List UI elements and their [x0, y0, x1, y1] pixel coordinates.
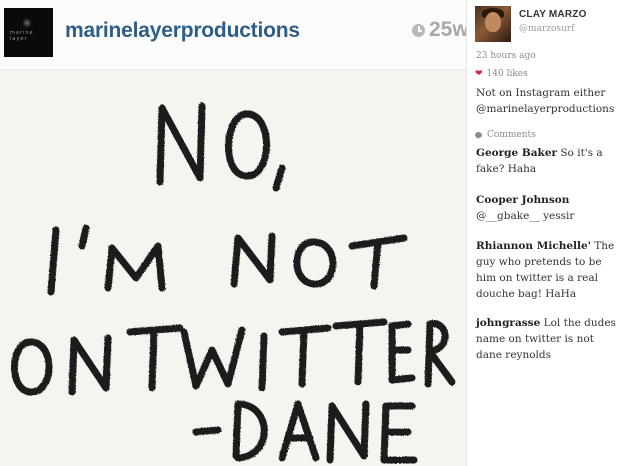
heart-icon: ❤: [475, 68, 483, 79]
avatar-face: [485, 12, 501, 32]
comment-item: George Baker So it's a fake? Haha: [476, 145, 618, 177]
comments-heading: Comments: [475, 130, 536, 140]
post-header: marine layer marinelayerproductions 25w: [0, 0, 466, 70]
comment-item: johngrasse Lol the dudes name on twitter…: [476, 315, 618, 363]
post-image[interactable]: [0, 70, 466, 466]
comment-item: Rhiannon Michelle' The guy who pretends …: [476, 238, 618, 302]
avatar-glow: [22, 18, 32, 28]
comments-heading-text: Comments: [487, 130, 536, 140]
sidebar-avatar[interactable]: [475, 6, 511, 42]
post-avatar[interactable]: marine layer: [4, 8, 53, 57]
comments-sidebar: CLAY MARZO @marzosurf 23 hours ago ❤ 140…: [466, 0, 620, 466]
sidebar-handle[interactable]: @marzosurf: [519, 24, 574, 34]
likes-text: 140 likes: [486, 69, 528, 79]
post-username-link[interactable]: marinelayerproductions: [65, 19, 300, 43]
likes-count[interactable]: ❤ 140 likes: [475, 69, 528, 79]
handwritten-note: [11, 102, 456, 464]
post-time-text: 25w: [429, 18, 466, 41]
clock-icon: [412, 24, 425, 37]
comment-text: @__gbake__ yessir: [476, 210, 575, 222]
handwriting-line-2: [47, 224, 408, 296]
post-caption: Not on Instagram either @marinelayerprod…: [476, 87, 615, 115]
sidebar-timestamp: 23 hours ago: [476, 51, 536, 61]
sidebar-display-name[interactable]: CLAY MARZO: [519, 9, 587, 20]
comment-author[interactable]: George Baker: [476, 147, 557, 159]
comment-author[interactable]: Cooper Johnson: [476, 192, 618, 208]
avatar-logo-text: marine layer: [10, 30, 34, 42]
comment-author[interactable]: johngrasse: [476, 317, 540, 329]
comment-bubble-icon: [475, 132, 482, 138]
handwriting-line-4: [192, 400, 418, 464]
post-timestamp: 25w: [410, 18, 466, 44]
comment-item: Cooper Johnson @__gbake__ yessir: [476, 192, 618, 224]
handwriting-line-1: [156, 102, 286, 192]
handwriting-line-3: [11, 318, 456, 396]
comment-author[interactable]: Rhiannon Michelle': [476, 240, 591, 252]
